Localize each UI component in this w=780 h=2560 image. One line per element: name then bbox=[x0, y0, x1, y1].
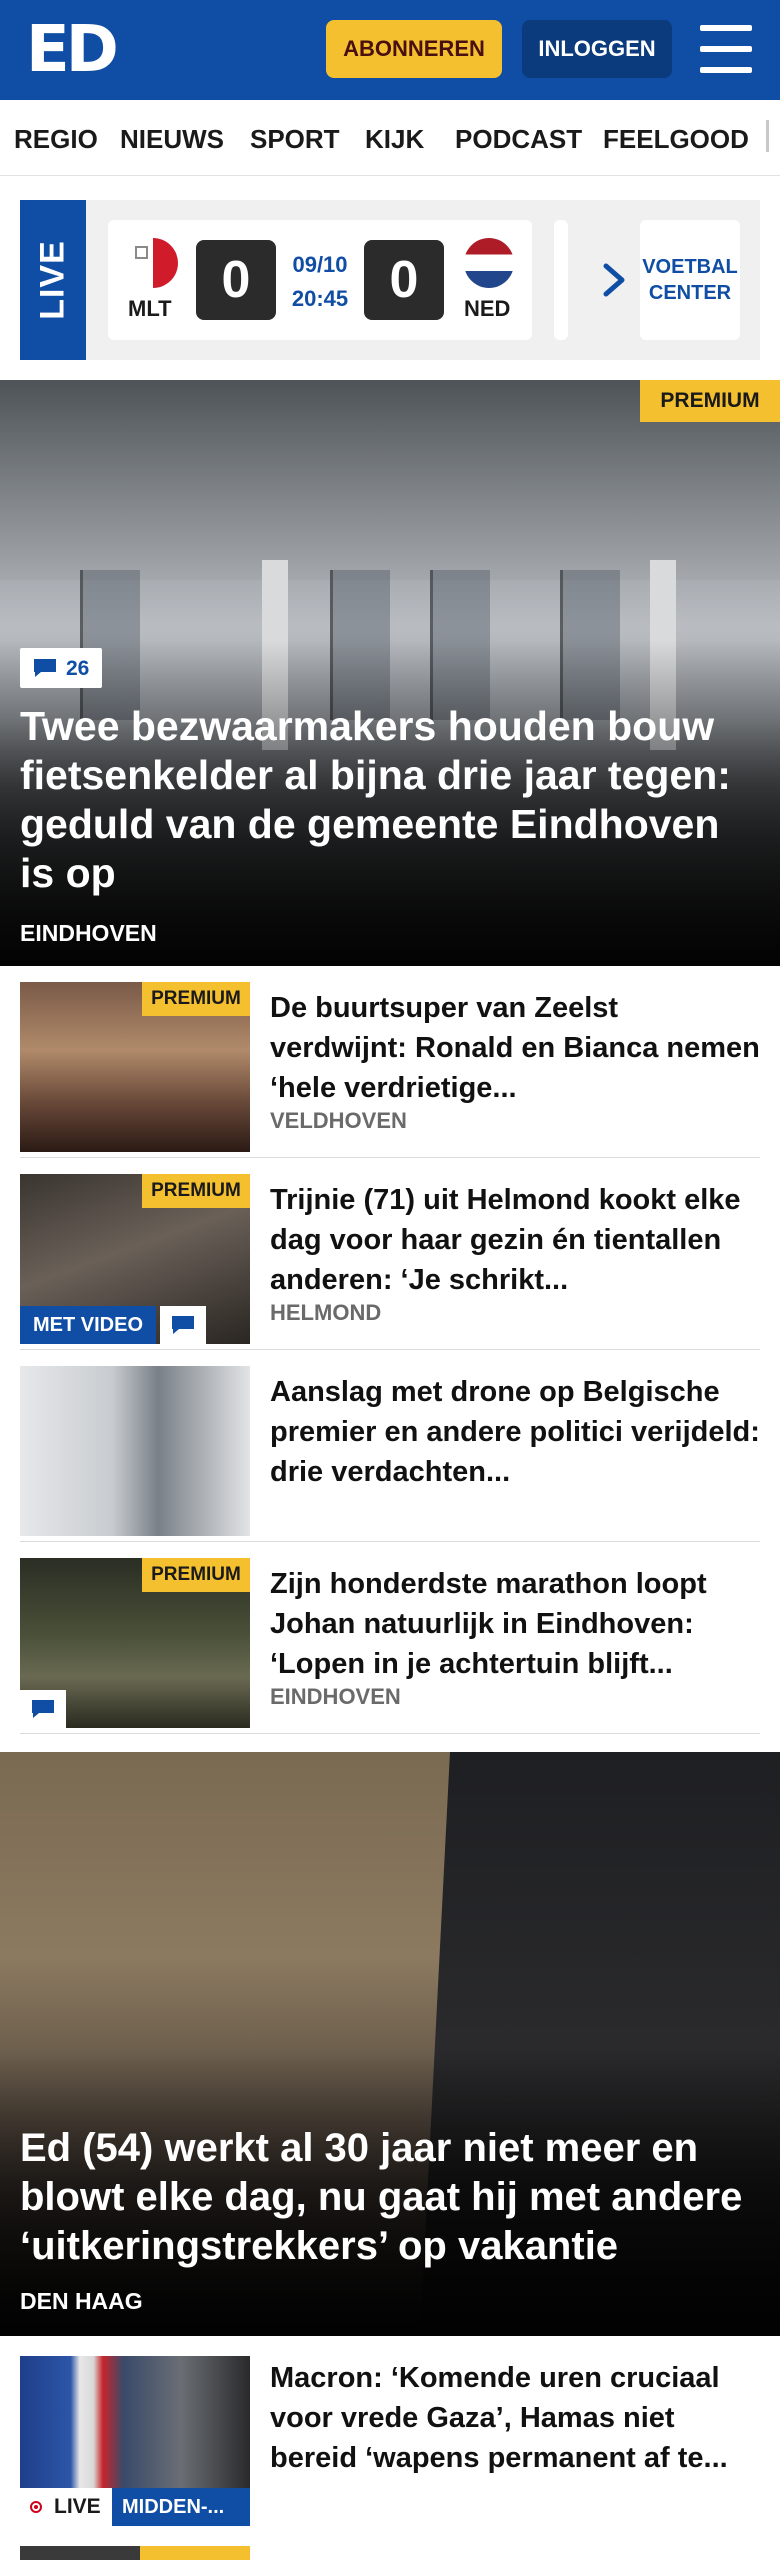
nav-item-kijk[interactable]: KIJK bbox=[365, 124, 424, 155]
premium-badge: PREMIUM bbox=[142, 1174, 250, 1208]
login-button[interactable]: INLOGGEN bbox=[522, 20, 672, 78]
article-region: VELDHOVEN bbox=[270, 1108, 407, 1133]
article-title[interactable]: Trijnie (71) uit Helmond kookt elke dag … bbox=[270, 1180, 760, 1300]
hamburger-menu-icon[interactable] bbox=[700, 25, 752, 73]
article-row[interactable]: Aanslag met drone op Belgische premier e… bbox=[20, 1350, 760, 1542]
live-badge-label: LIVE bbox=[54, 2495, 101, 2518]
match-date: 09/10 bbox=[292, 252, 348, 277]
nav-item-sport[interactable]: SPORT bbox=[250, 124, 340, 155]
ed-logo[interactable]: ED bbox=[26, 18, 119, 82]
article-row[interactable]: LIVE MIDDEN-... Macron: ‘Komende uren cr… bbox=[20, 2336, 760, 2536]
home-score: 0 bbox=[196, 240, 276, 320]
article-row[interactable]: PREMIUM De buurtsuper van Zeelst verdwij… bbox=[20, 966, 760, 1158]
article-thumbnail bbox=[20, 1366, 250, 1536]
featured-title[interactable]: Ed (54) werkt al 30 jaar niet meer en bl… bbox=[20, 2124, 760, 2271]
hero-region: EINDHOVEN bbox=[20, 920, 157, 946]
comment-badge[interactable] bbox=[20, 1690, 66, 1728]
comment-count: 26 bbox=[66, 657, 90, 680]
featured-region: DEN HAAG bbox=[20, 2288, 143, 2314]
away-score: 0 bbox=[364, 240, 444, 320]
menu-line bbox=[700, 25, 752, 31]
match-datetime: 09/10 20:45 bbox=[278, 248, 362, 316]
category-badge: MIDDEN-... bbox=[112, 2488, 250, 2526]
article-region: EINDHOVEN bbox=[270, 1684, 401, 1709]
subscribe-button[interactable]: ABONNEREN bbox=[326, 20, 502, 78]
away-team-code: NED bbox=[464, 296, 511, 321]
comment-icon bbox=[172, 1316, 194, 1334]
menu-line bbox=[700, 46, 752, 52]
premium-badge: PREMIUM bbox=[640, 380, 780, 422]
match-time: 20:45 bbox=[291, 286, 349, 311]
chevron-right-icon[interactable] bbox=[592, 258, 636, 302]
hero-article[interactable]: PREMIUM 26 Twee bezwaarmakers houden bou… bbox=[0, 380, 780, 966]
malta-flag-icon bbox=[128, 238, 178, 288]
next-premium-badge bbox=[140, 2546, 250, 2560]
article-thumbnail: LIVE MIDDEN-... bbox=[20, 2356, 250, 2526]
next-match-card[interactable] bbox=[554, 220, 568, 340]
hero-title[interactable]: Twee bezwaarmakers houden bouw fietsenke… bbox=[20, 702, 760, 898]
match-card[interactable]: MLT 0 09/10 20:45 0 NED bbox=[108, 220, 532, 340]
comment-count-badge[interactable]: 26 bbox=[20, 648, 102, 688]
nav-item-nieuws[interactable]: NIEUWS bbox=[120, 124, 224, 155]
section-nav: REGIO NIEUWS SPORT KIJK PODCAST FEELGOOD bbox=[0, 100, 780, 176]
article-title[interactable]: Macron: ‘Komende uren cruciaal voor vred… bbox=[270, 2358, 760, 2478]
nav-item-feelgood[interactable]: FEELGOOD bbox=[603, 124, 749, 155]
live-score-bar: LIVE MLT 0 09/10 20:45 0 NED VOETBAL CEN… bbox=[20, 200, 760, 360]
live-badge: LIVE bbox=[20, 2488, 112, 2526]
live-dot-icon bbox=[30, 2501, 42, 2513]
menu-line bbox=[700, 67, 752, 73]
comment-icon bbox=[34, 659, 56, 677]
article-title[interactable]: Aanslag met drone op Belgische premier e… bbox=[270, 1372, 760, 1492]
article-thumbnail: PREMIUM bbox=[20, 982, 250, 1152]
voetbal-center-link[interactable]: VOETBAL CENTER bbox=[640, 220, 740, 340]
article-row[interactable]: PREMIUM Zijn honderdste marathon loopt J… bbox=[20, 1542, 760, 1734]
article-region: HELMOND bbox=[270, 1300, 382, 1325]
premium-badge: PREMIUM bbox=[142, 1558, 250, 1592]
comment-badge[interactable] bbox=[160, 1306, 206, 1344]
nav-item-podcast[interactable]: PODCAST bbox=[455, 124, 582, 155]
premium-badge: PREMIUM bbox=[142, 982, 250, 1016]
article-title[interactable]: Zijn honderdste marathon loopt Johan nat… bbox=[270, 1564, 760, 1684]
comment-icon bbox=[32, 1700, 54, 1718]
home-team-code: MLT bbox=[128, 296, 172, 321]
netherlands-flag-icon bbox=[464, 238, 514, 288]
article-row[interactable]: PREMIUM MET VIDEO Trijnie (71) uit Helmo… bbox=[20, 1158, 760, 1350]
featured-article[interactable]: Ed (54) werkt al 30 jaar niet meer en bl… bbox=[0, 1752, 780, 2336]
nav-item-regio[interactable]: REGIO bbox=[14, 124, 98, 155]
live-tab[interactable]: LIVE bbox=[20, 200, 86, 360]
article-title[interactable]: De buurtsuper van Zeelst verdwijnt: Rona… bbox=[270, 988, 760, 1108]
nav-overflow-indicator bbox=[766, 120, 769, 152]
top-header: ED ABONNEREN INLOGGEN bbox=[0, 0, 780, 100]
article-thumbnail: PREMIUM MET VIDEO bbox=[20, 1174, 250, 1344]
live-tab-label: LIVE bbox=[33, 240, 72, 320]
video-badge: MET VIDEO bbox=[20, 1306, 156, 1344]
article-thumbnail: PREMIUM bbox=[20, 1558, 250, 1728]
